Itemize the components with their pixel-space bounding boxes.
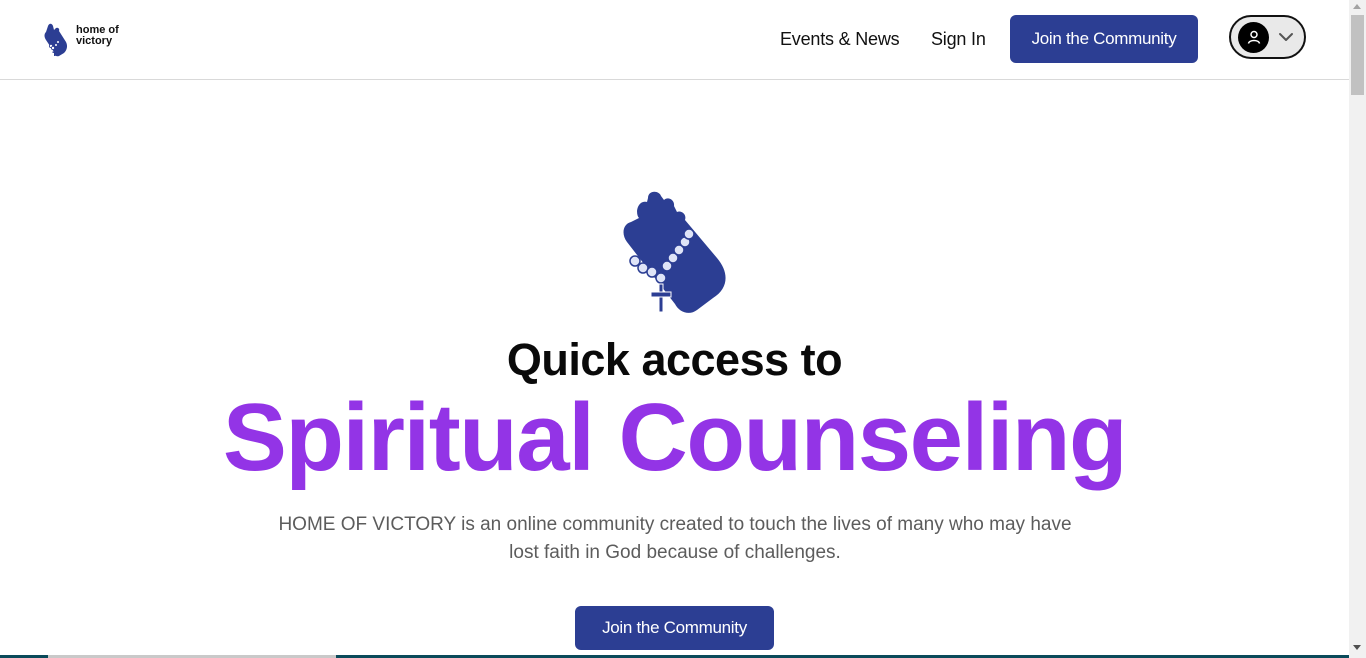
nav-sign-in[interactable]: Sign In bbox=[931, 28, 986, 50]
scroll-down-arrow-icon[interactable] bbox=[1353, 645, 1361, 650]
praying-hands-logo-icon bbox=[44, 23, 68, 57]
chevron-down-icon bbox=[1279, 33, 1293, 41]
page-scrollbar[interactable] bbox=[1349, 0, 1366, 658]
scrollbar-thumb[interactable] bbox=[1351, 15, 1364, 95]
page: home of victory Events & News Sign In Jo… bbox=[0, 0, 1349, 658]
hero-heading-line2: Spiritual Counseling bbox=[222, 384, 1128, 491]
praying-hands-rosary-icon bbox=[623, 191, 726, 313]
join-community-hero-button[interactable]: Join the Community bbox=[575, 606, 774, 650]
nav-events-news[interactable]: Events & News bbox=[780, 28, 900, 50]
scroll-up-arrow-icon[interactable] bbox=[1353, 4, 1361, 9]
user-menu-toggle[interactable] bbox=[1229, 15, 1306, 59]
hero-description: HOME OF VICTORY is an online community c… bbox=[278, 514, 1072, 563]
logo-text-line2: victory bbox=[76, 35, 113, 47]
join-community-header-button[interactable]: Join the Community bbox=[1010, 15, 1198, 63]
site-logo[interactable]: home of victory bbox=[42, 22, 119, 58]
site-header: home of victory Events & News Sign In Jo… bbox=[0, 0, 1349, 80]
hero-heading-line1: Quick access to bbox=[506, 334, 843, 385]
user-icon bbox=[1238, 21, 1269, 53]
logo-text: home of victory bbox=[76, 25, 119, 47]
